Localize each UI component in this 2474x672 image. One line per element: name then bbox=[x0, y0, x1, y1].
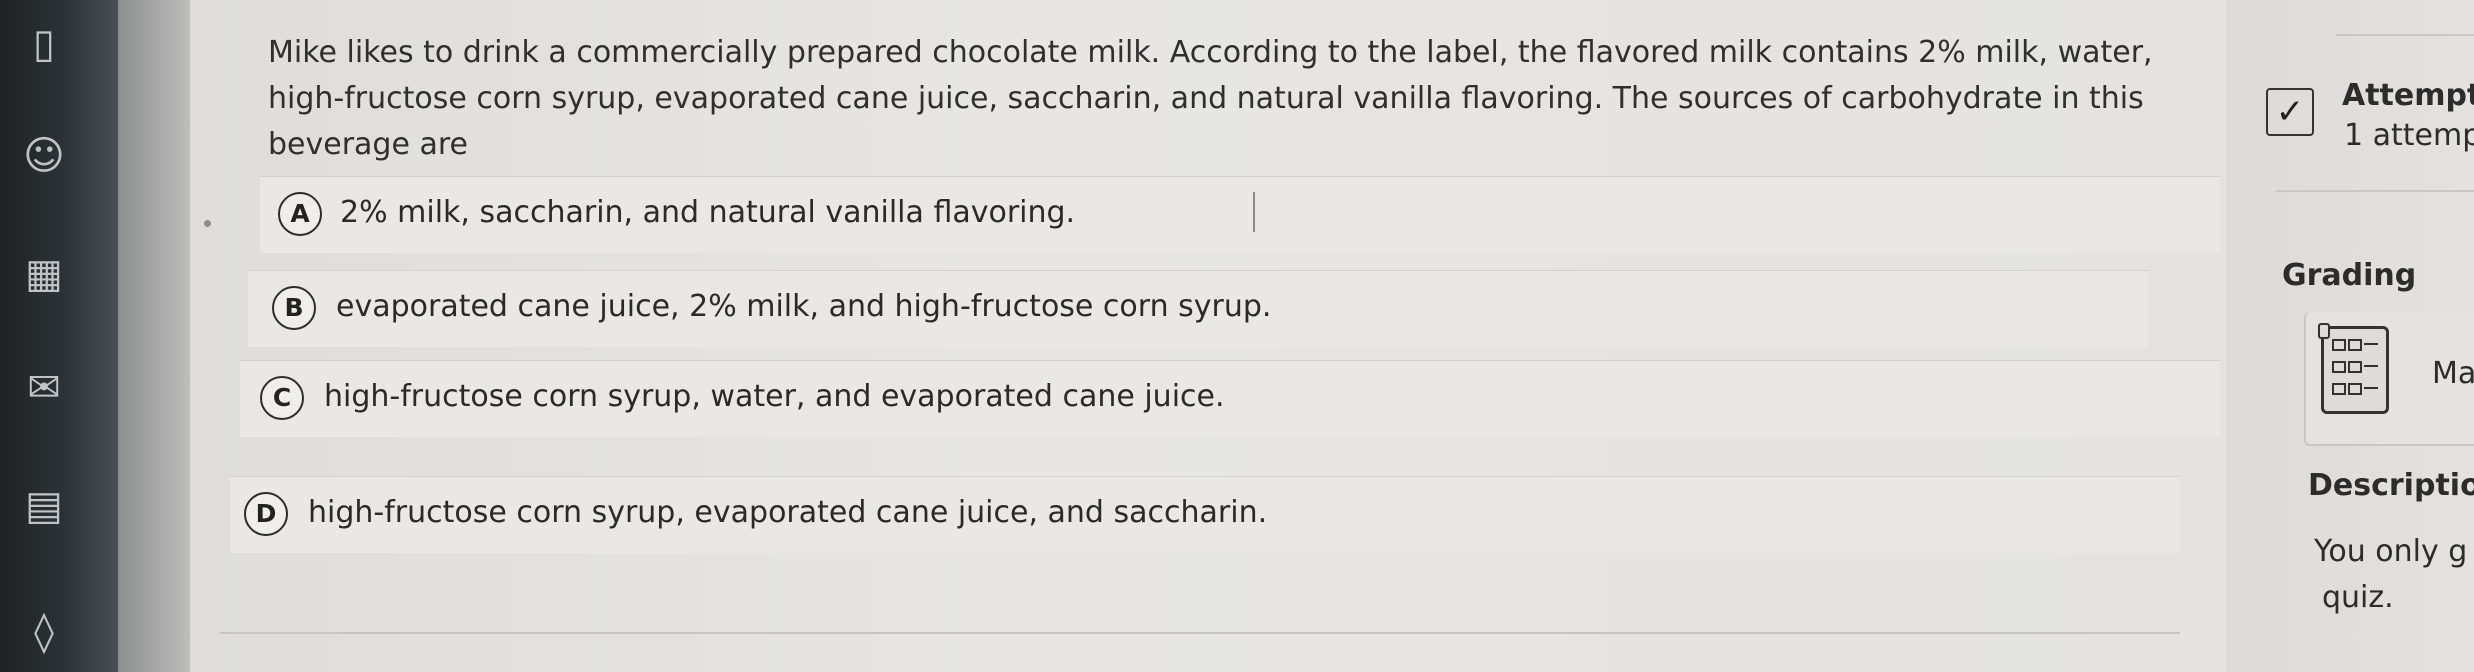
quiz-question-panel: Mike likes to drink a commercially prepa… bbox=[190, 0, 2226, 672]
grading-label: Grading bbox=[2282, 258, 2417, 293]
choice-b-text: evaporated cane juice, 2% milk, and high… bbox=[336, 289, 1272, 324]
description-line-2: quiz. bbox=[2322, 580, 2394, 615]
calendar-icon[interactable]: ▦ bbox=[18, 252, 70, 296]
choice-d-letter: D bbox=[244, 492, 288, 536]
choice-c[interactable]: C high-fructose corn syrup, water, and e… bbox=[240, 360, 2220, 437]
app-sidebar: ▯ ☺ ▦ ✉ ▤ ◊ bbox=[0, 0, 118, 672]
text-cursor bbox=[1253, 192, 1255, 232]
choice-c-letter: C bbox=[260, 376, 304, 420]
calculator-icon bbox=[2318, 323, 2389, 414]
choice-b[interactable]: B evaporated cane juice, 2% milk, and hi… bbox=[248, 270, 2148, 347]
quiz-details-panel: ✓ Attempt 1 attemp Grading Ma Descriptio… bbox=[2226, 0, 2474, 672]
choice-a-letter: A bbox=[278, 192, 322, 236]
attempts-label: Attempt bbox=[2342, 78, 2474, 113]
divider bbox=[2276, 190, 2474, 192]
choice-b-letter: B bbox=[272, 286, 316, 330]
divider bbox=[2336, 34, 2474, 36]
description-line-1: You only g bbox=[2314, 534, 2468, 569]
choice-c-text: high-fructose corn syrup, water, and eva… bbox=[324, 379, 1225, 414]
people-icon[interactable]: ☺ bbox=[18, 134, 70, 178]
choice-a[interactable]: A 2% milk, saccharin, and natural vanill… bbox=[260, 176, 2220, 253]
inbox-icon[interactable]: ✉ bbox=[18, 366, 70, 410]
question-prompt: Mike likes to drink a commercially prepa… bbox=[268, 35, 2153, 162]
divider bbox=[220, 632, 2180, 634]
description-label: Descriptio bbox=[2308, 468, 2474, 503]
tag-icon[interactable]: ◊ bbox=[18, 610, 70, 654]
bullet-marker bbox=[204, 220, 211, 227]
news-icon[interactable]: ▤ bbox=[18, 484, 70, 528]
attempts-value: 1 attemp bbox=[2344, 118, 2474, 153]
grading-value: Ma bbox=[2432, 356, 2474, 391]
sidebar-edge bbox=[118, 0, 190, 672]
choice-a-text: 2% milk, saccharin, and natural vanilla … bbox=[340, 195, 1076, 230]
document-icon[interactable]: ▯ bbox=[18, 22, 70, 66]
checkbox-icon: ✓ bbox=[2266, 88, 2314, 136]
choice-d-text: high-fructose corn syrup, evaporated can… bbox=[308, 495, 1268, 530]
choice-d[interactable]: D high-fructose corn syrup, evaporated c… bbox=[230, 476, 2180, 553]
